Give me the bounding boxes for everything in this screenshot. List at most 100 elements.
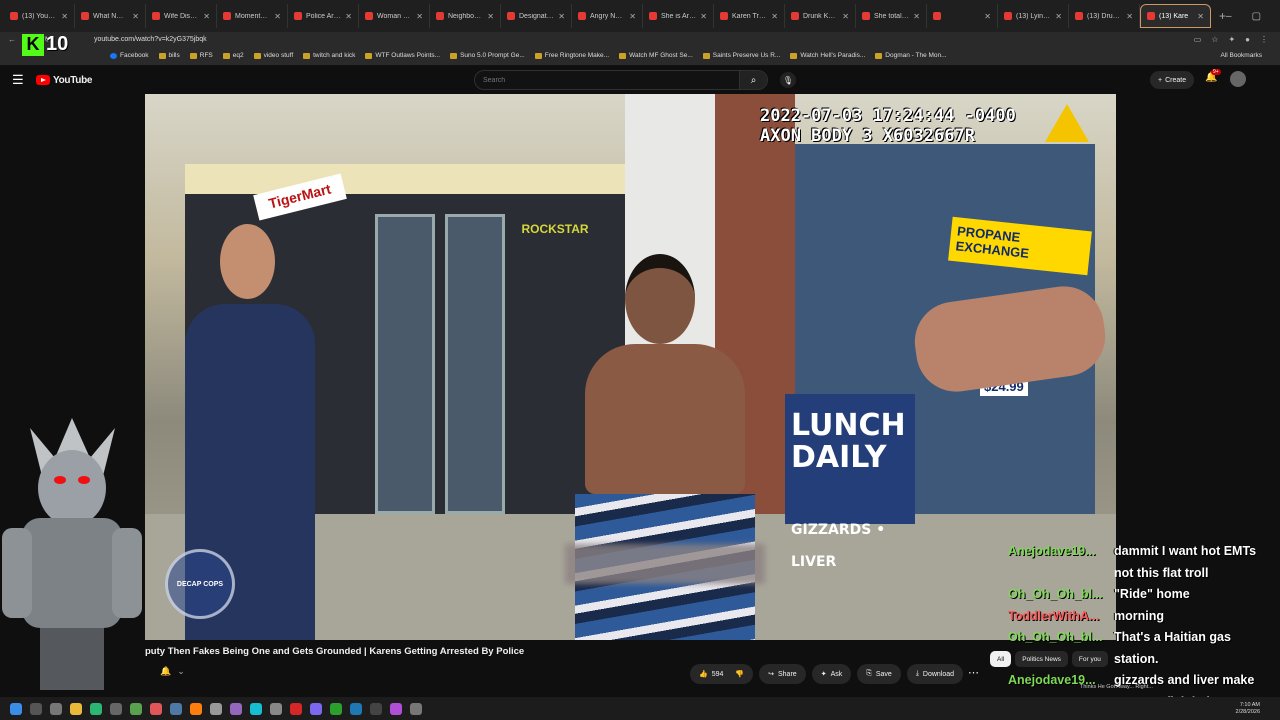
channel-watermark[interactable]: DECAP COPS	[165, 549, 235, 619]
extensions-icon[interactable]: ✦	[1228, 35, 1235, 44]
browser-tab[interactable]: (13) YouTube ✕	[4, 4, 75, 28]
app-icon[interactable]	[270, 702, 282, 715]
close-tab-icon[interactable]: ✕	[1055, 12, 1062, 21]
bookmark-star-icon[interactable]: ☆	[1211, 35, 1218, 44]
chat-username[interactable]: Oh_Oh_Oh_bl...	[1008, 627, 1106, 649]
browser-tab[interactable]: Woman Mea✕	[359, 4, 430, 28]
chrome-icon[interactable]	[290, 702, 302, 715]
browser-menu-icon[interactable]: ⋮	[1260, 35, 1268, 44]
bookmark-item[interactable]: Watch MF Ghost Se...	[619, 52, 693, 59]
bookmark-item[interactable]: RFS	[189, 52, 213, 59]
browser-tab[interactable]: What NOT To ✕	[75, 4, 146, 28]
close-tab-icon[interactable]: ✕	[61, 12, 68, 21]
bookmark-item[interactable]: WTF Outlaws Points...	[365, 52, 440, 59]
browser-tab[interactable]: Neighbor rec ✕	[430, 4, 501, 28]
like-button[interactable]: 👍 594 👎	[690, 664, 754, 684]
close-tab-icon[interactable]: ✕	[913, 12, 920, 21]
hamburger-menu-icon[interactable]: ☰	[12, 72, 28, 88]
browser-tab[interactable]: Wife Discove ✕	[146, 4, 217, 28]
bookmark-item[interactable]: Watch Hell's Paradis...	[790, 52, 865, 59]
back-arrow-icon[interactable]: ←	[8, 35, 16, 44]
discord-icon[interactable]	[310, 702, 322, 715]
browser-tab[interactable]: She is Arrest ✕	[643, 4, 714, 28]
chat-username[interactable]: Anejodave19...	[1008, 541, 1106, 563]
bookmark-item[interactable]: eq2	[222, 52, 244, 59]
chat-username[interactable]: ToddlerWithA...	[1008, 606, 1106, 628]
close-tab-icon[interactable]: ✕	[1126, 12, 1133, 21]
all-bookmarks-button[interactable]: All Bookmarks	[1220, 52, 1280, 59]
app-icon[interactable]	[250, 702, 262, 715]
chevron-down-icon[interactable]: ⌄	[177, 666, 185, 677]
browser-tab[interactable]: (13) Drunk W ✕	[1069, 4, 1140, 28]
bookmark-item[interactable]: Suno 5.0 Prompt Ge...	[450, 52, 525, 59]
cast-icon[interactable]: ▭	[1194, 35, 1202, 44]
browser-tab[interactable]: Moments Be✕	[217, 4, 288, 28]
share-button[interactable]: ↪ Share	[759, 664, 806, 684]
firefox-icon[interactable]	[190, 702, 202, 715]
app-icon[interactable]	[90, 702, 102, 715]
browser-tab[interactable]: ✕	[927, 4, 998, 28]
video-player[interactable]: TigerMart ROCKSTAR LUNCH DAILY GIZZARDS …	[145, 94, 1116, 640]
close-tab-icon[interactable]: ✕	[629, 12, 636, 21]
profile-icon[interactable]: ●	[1245, 35, 1250, 44]
close-tab-icon[interactable]: ✕	[416, 12, 423, 21]
thumbs-down-icon[interactable]: 👎	[735, 670, 744, 678]
app-icon[interactable]	[210, 702, 222, 715]
search-input[interactable]	[475, 76, 739, 84]
app-icon[interactable]	[150, 702, 162, 715]
browser-tab[interactable]: Drunk Karen✕	[785, 4, 856, 28]
more-actions-button[interactable]: ⋯	[968, 666, 979, 679]
avatar[interactable]	[1230, 71, 1246, 87]
windows-start-icon[interactable]	[10, 702, 22, 715]
app-icon[interactable]	[390, 702, 402, 715]
new-tab-button[interactable]: +	[1219, 9, 1226, 23]
close-tab-icon[interactable]: ✕	[984, 12, 991, 21]
download-button[interactable]: ⤓ Download	[906, 664, 964, 684]
close-tab-icon[interactable]: ✕	[558, 12, 565, 21]
bookmark-item[interactable]: bills	[158, 52, 180, 59]
app-icon[interactable]	[330, 702, 342, 715]
chat-username[interactable]: Oh_Oh_Oh_bl...	[1008, 584, 1106, 606]
bell-icon[interactable]: 🔔	[160, 666, 171, 677]
close-tab-icon[interactable]: ✕	[203, 12, 210, 21]
bookmark-item[interactable]: Free Ringtone Make...	[534, 52, 609, 59]
bookmark-item[interactable]: Facebook	[110, 52, 149, 59]
url-field[interactable]: youtube.com/watch?v=k2yG375jbqk	[94, 36, 207, 43]
browser-tab[interactable]: (13) Lying Dr ✕	[998, 4, 1069, 28]
app-icon[interactable]	[230, 702, 242, 715]
app-icon[interactable]	[130, 702, 142, 715]
youtube-logo[interactable]: YouTube	[36, 75, 93, 86]
bookmark-item[interactable]: Dogman - The Mon...	[875, 52, 947, 59]
settings-gear-icon[interactable]	[410, 702, 422, 715]
app-icon[interactable]	[170, 702, 182, 715]
close-tab-icon[interactable]: ✕	[1197, 12, 1204, 21]
file-explorer-icon[interactable]	[70, 702, 82, 715]
browser-tab[interactable]: (13) Kare ✕	[1140, 4, 1211, 28]
close-tab-icon[interactable]: ✕	[700, 12, 707, 21]
browser-tab[interactable]: Angry Neigh ✕	[572, 4, 643, 28]
app-icon[interactable]	[370, 702, 382, 715]
task-view-icon[interactable]	[50, 702, 62, 715]
close-tab-icon[interactable]: ✕	[771, 12, 778, 21]
browser-tab[interactable]: She totally w ✕	[856, 4, 927, 28]
app-icon[interactable]	[350, 702, 362, 715]
system-clock[interactable]: 7:10 AM 2/28/2026	[1236, 702, 1280, 716]
app-icon[interactable]	[110, 702, 122, 715]
close-tab-icon[interactable]: ✕	[345, 12, 352, 21]
search-icon[interactable]	[30, 702, 42, 715]
maximize-button[interactable]: ▢	[1252, 11, 1261, 22]
microphone-icon[interactable]: 🎙	[780, 72, 796, 88]
close-tab-icon[interactable]: ✕	[274, 12, 281, 21]
browser-tab[interactable]: Designated D✕	[501, 4, 572, 28]
close-tab-icon[interactable]: ✕	[132, 12, 139, 21]
close-tab-icon[interactable]: ✕	[842, 12, 849, 21]
minimize-button[interactable]: –	[1226, 11, 1232, 22]
bookmark-item[interactable]: video stuff	[253, 52, 293, 59]
close-tab-icon[interactable]: ✕	[487, 12, 494, 21]
bookmark-item[interactable]: Saints Preserve Us R...	[702, 52, 780, 59]
browser-tab[interactable]: Police Arrest ✕	[288, 4, 359, 28]
bookmark-item[interactable]: twitch and kick	[303, 52, 355, 59]
browser-tab[interactable]: Karen Tries to✕	[714, 4, 785, 28]
search-icon[interactable]: ⌕	[739, 71, 767, 89]
save-button[interactable]: ⎘ Save	[857, 664, 901, 684]
